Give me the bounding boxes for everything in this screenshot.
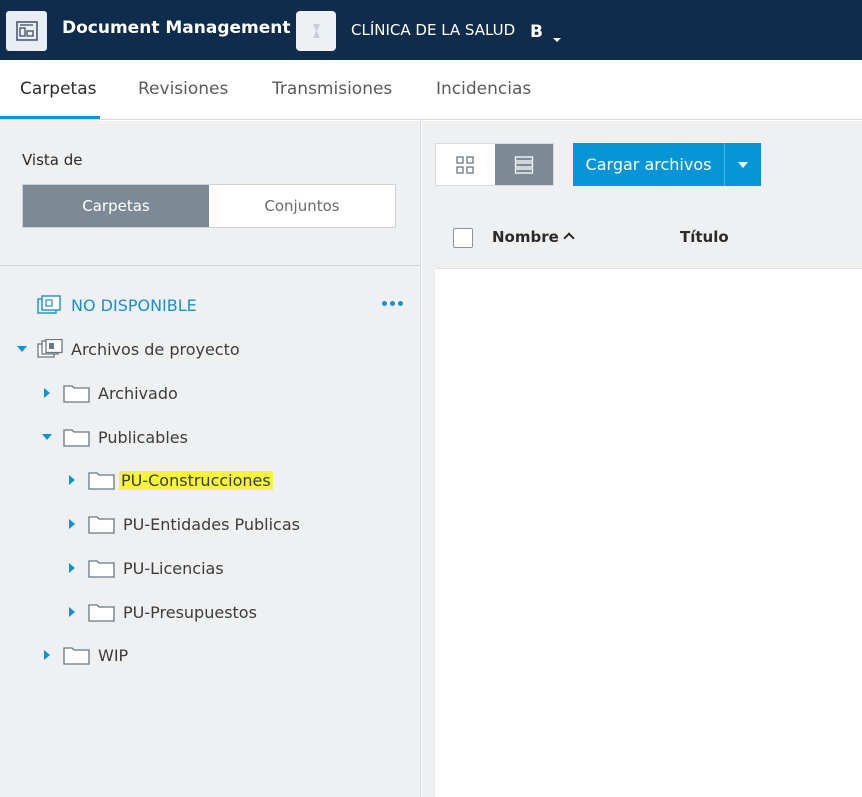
project-thumbnail[interactable] bbox=[296, 11, 336, 51]
view-sets-button[interactable]: Conjuntos bbox=[209, 185, 395, 227]
grid-view-button[interactable] bbox=[436, 144, 495, 185]
view-segmented-control: Carpetas Conjuntos bbox=[22, 184, 396, 228]
expand-right-icon[interactable] bbox=[66, 519, 78, 529]
top-bar: Document Management CLÍNICA DE LA SALUD … bbox=[0, 0, 862, 60]
project-name[interactable]: CLÍNICA DE LA SALUD bbox=[351, 21, 515, 39]
project-dropdown-icon[interactable] bbox=[553, 29, 561, 48]
document-management-icon[interactable] bbox=[6, 11, 47, 51]
tree-item-label: PU-Licencias bbox=[123, 558, 224, 578]
chevron-down-icon bbox=[738, 161, 748, 168]
tree-item-pu-entidades-publicas[interactable]: PU-Entidades Publicas bbox=[66, 510, 300, 538]
tree-item-label: PU-Entidades Publicas bbox=[123, 514, 300, 534]
expand-down-icon[interactable] bbox=[16, 346, 28, 352]
expand-right-icon[interactable] bbox=[41, 388, 53, 398]
tab-carpetas[interactable]: Carpetas bbox=[20, 79, 96, 99]
upload-files-button[interactable]: Cargar archivos bbox=[573, 143, 725, 186]
file-table: Nombre Título bbox=[435, 208, 862, 797]
tree-item-pu-construcciones[interactable]: PU-Construcciones bbox=[66, 466, 273, 494]
expand-right-icon[interactable] bbox=[66, 607, 78, 617]
table-header: Nombre Título bbox=[435, 208, 862, 269]
tab-bar: Carpetas Revisiones Transmisiones Incide… bbox=[0, 60, 862, 120]
folder-icon bbox=[88, 470, 115, 490]
tab-incidencias[interactable]: Incidencias bbox=[436, 79, 531, 99]
folder-icon bbox=[88, 602, 115, 622]
folder-icon bbox=[88, 558, 115, 578]
sort-ascending-icon bbox=[563, 232, 575, 244]
tree-item-label: Archivado bbox=[98, 383, 178, 403]
column-header-name[interactable]: Nombre bbox=[492, 228, 575, 246]
expand-right-icon[interactable] bbox=[66, 563, 78, 573]
file-list-panel: Cargar archivos Nombre Título bbox=[422, 121, 862, 797]
folder-icon bbox=[63, 383, 90, 403]
list-view-button[interactable] bbox=[494, 144, 553, 185]
select-all-checkbox[interactable] bbox=[453, 228, 473, 248]
tree-item-label-highlighted: PU-Construcciones bbox=[119, 470, 273, 490]
folder-sidebar: Vista de Carpetas Conjuntos NO DISPONIBL… bbox=[0, 121, 421, 797]
expand-right-icon[interactable] bbox=[41, 650, 53, 660]
tree-item-wip[interactable]: WIP bbox=[41, 641, 128, 669]
view-label: Vista de bbox=[22, 151, 83, 169]
column-header-title[interactable]: Título bbox=[680, 228, 729, 246]
tree-item-publicables[interactable]: Publicables bbox=[41, 423, 188, 451]
tree-item-project-files[interactable]: Archivos de proyecto bbox=[16, 335, 240, 363]
expand-down-icon[interactable] bbox=[41, 434, 53, 440]
tree-item-label: Archivos de proyecto bbox=[71, 339, 240, 359]
folder-icon bbox=[63, 427, 90, 447]
project-files-icon bbox=[37, 339, 63, 359]
upload-split-button: Cargar archivos bbox=[573, 143, 761, 186]
tree-item-pu-presupuestos[interactable]: PU-Presupuestos bbox=[66, 598, 257, 626]
upload-dropdown-button[interactable] bbox=[725, 143, 761, 186]
app-title: Document Management bbox=[62, 18, 291, 38]
tab-transmisiones[interactable]: Transmisiones bbox=[272, 79, 392, 99]
list-icon bbox=[514, 155, 533, 174]
app-switcher[interactable]: Document Management bbox=[62, 18, 305, 38]
tree-item-unavailable[interactable]: NO DISPONIBLE bbox=[37, 291, 197, 319]
unavailable-folder-icon bbox=[37, 295, 63, 315]
tree-item-label: PU-Presupuestos bbox=[123, 602, 257, 622]
folder-icon bbox=[63, 645, 90, 665]
view-folders-button[interactable]: Carpetas bbox=[23, 185, 209, 227]
view-mode-toggle bbox=[435, 143, 554, 186]
tree-item-label: NO DISPONIBLE bbox=[71, 295, 197, 315]
sidebar-divider bbox=[0, 265, 421, 266]
tab-revisiones[interactable]: Revisiones bbox=[138, 79, 228, 99]
tree-item-label: Publicables bbox=[98, 427, 188, 447]
tree-item-label: WIP bbox=[98, 645, 129, 665]
folder-icon bbox=[88, 514, 115, 534]
tree-item-pu-licencias[interactable]: PU-Licencias bbox=[66, 554, 224, 582]
active-tab-indicator bbox=[0, 116, 100, 119]
project-badge: B bbox=[530, 22, 543, 42]
more-options-icon[interactable] bbox=[382, 301, 403, 306]
expand-right-icon[interactable] bbox=[66, 475, 78, 485]
grid-icon bbox=[456, 155, 474, 174]
tree-item-archivado[interactable]: Archivado bbox=[41, 379, 178, 407]
